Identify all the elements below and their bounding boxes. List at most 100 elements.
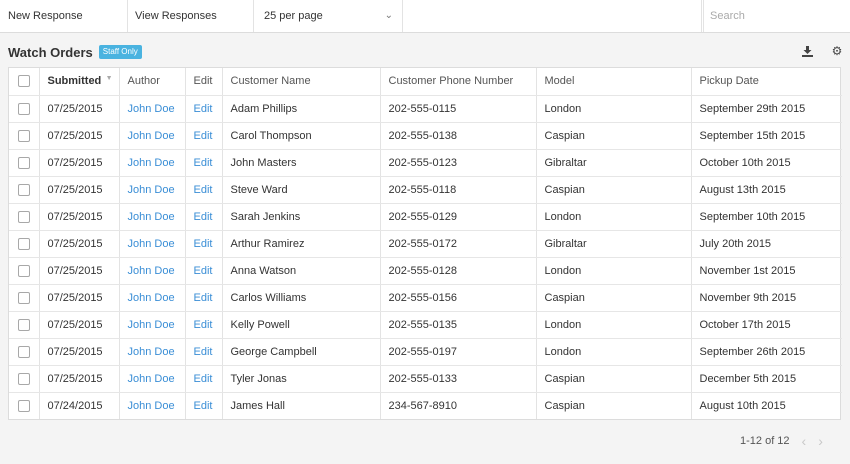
title-row: Watch Orders Staff Only bbox=[8, 44, 142, 60]
cell-pickup-date: August 13th 2015 bbox=[691, 176, 842, 204]
cell-author-link[interactable]: John Doe bbox=[119, 95, 186, 123]
column-header-pickup-date[interactable]: Pickup Date bbox=[691, 68, 842, 96]
cell-model: Gibraltar bbox=[536, 149, 692, 177]
row-checkbox[interactable] bbox=[17, 129, 30, 142]
edit-link[interactable]: Edit bbox=[185, 176, 223, 204]
row-checkbox[interactable] bbox=[17, 318, 30, 331]
cell-customer-phone: 202-555-0138 bbox=[380, 122, 537, 150]
edit-link[interactable]: Edit bbox=[185, 95, 223, 123]
cell-customer-name: John Masters bbox=[222, 149, 381, 177]
cell-author-link[interactable]: John Doe bbox=[119, 311, 186, 339]
cell-customer-name: Sarah Jenkins bbox=[222, 203, 381, 231]
cell-author-link[interactable]: John Doe bbox=[119, 257, 186, 285]
edit-link[interactable]: Edit bbox=[185, 392, 223, 419]
row-checkbox[interactable] bbox=[17, 399, 30, 412]
cell-submitted: 07/25/2015 bbox=[39, 122, 120, 150]
row-select-cell bbox=[9, 203, 40, 231]
row-checkbox[interactable] bbox=[17, 372, 30, 385]
edit-link[interactable]: Edit bbox=[185, 122, 223, 150]
gear-icon[interactable]: ⚙ bbox=[831, 44, 843, 58]
table-row: 07/25/2015 John Doe Edit Carlos Williams 202… bbox=[9, 284, 842, 312]
table-row: 07/25/2015 John Doe Edit Anna Watson 202-555… bbox=[9, 257, 842, 285]
edit-link[interactable]: Edit bbox=[185, 257, 223, 285]
edit-link[interactable]: Edit bbox=[185, 311, 223, 339]
column-header-submitted[interactable]: Submitted ▼ bbox=[39, 68, 120, 96]
column-header-customer-phone[interactable]: Customer Phone Number bbox=[380, 68, 537, 96]
column-header-author[interactable]: Author bbox=[119, 68, 186, 96]
cell-author-link[interactable]: John Doe bbox=[119, 338, 186, 366]
cell-customer-phone: 202-555-0118 bbox=[380, 176, 537, 204]
cell-customer-name: Tyler Jonas bbox=[222, 365, 381, 393]
cell-author-link[interactable]: John Doe bbox=[119, 284, 186, 312]
row-select-cell bbox=[9, 257, 40, 285]
row-select-cell bbox=[9, 230, 40, 258]
edit-link[interactable]: Edit bbox=[185, 338, 223, 366]
column-label: Customer Phone Number bbox=[388, 75, 514, 88]
cell-customer-name: Carlos Williams bbox=[222, 284, 381, 312]
edit-link[interactable]: Edit bbox=[185, 203, 223, 231]
table-row: 07/25/2015 John Doe Edit Steve Ward 202-555-… bbox=[9, 176, 842, 204]
edit-link[interactable]: Edit bbox=[185, 230, 223, 258]
edit-link[interactable]: Edit bbox=[185, 284, 223, 312]
cell-author-link[interactable]: John Doe bbox=[119, 203, 186, 231]
pagination: 1-12 of 12 ‹ › bbox=[740, 433, 823, 449]
edit-link[interactable]: Edit bbox=[185, 365, 223, 393]
column-header-customer-name[interactable]: Customer Name bbox=[222, 68, 381, 96]
cell-pickup-date: September 15th 2015 bbox=[691, 122, 842, 150]
table-row: 07/24/2015 John Doe Edit James Hall 234-567-… bbox=[9, 392, 842, 419]
chevron-left-icon[interactable]: ‹ bbox=[802, 433, 807, 449]
table-row: 07/25/2015 John Doe Edit Kelly Powell 202-55… bbox=[9, 311, 842, 339]
row-select-cell bbox=[9, 392, 40, 419]
cell-customer-phone: 202-555-0115 bbox=[380, 95, 537, 123]
column-header-edit[interactable]: Edit bbox=[185, 68, 223, 96]
column-label: Submitted bbox=[47, 75, 102, 88]
column-label: Author bbox=[127, 75, 160, 88]
row-checkbox[interactable] bbox=[17, 345, 30, 358]
cell-model: London bbox=[536, 203, 692, 231]
search-box[interactable] bbox=[703, 0, 850, 32]
select-all-checkbox[interactable] bbox=[17, 75, 30, 88]
row-checkbox[interactable] bbox=[17, 210, 30, 223]
cell-customer-phone: 202-555-0133 bbox=[380, 365, 537, 393]
cell-model: London bbox=[536, 338, 692, 366]
cell-author-link[interactable]: John Doe bbox=[119, 149, 186, 177]
cell-customer-name: Anna Watson bbox=[222, 257, 381, 285]
new-response-button[interactable]: New Response bbox=[0, 0, 128, 32]
row-checkbox[interactable] bbox=[17, 264, 30, 277]
cell-pickup-date: October 17th 2015 bbox=[691, 311, 842, 339]
per-page-select[interactable]: 25 per page ⌄ bbox=[254, 0, 403, 32]
row-checkbox[interactable] bbox=[17, 183, 30, 196]
cell-customer-phone: 202-555-0156 bbox=[380, 284, 537, 312]
row-checkbox[interactable] bbox=[17, 237, 30, 250]
row-select-cell bbox=[9, 365, 40, 393]
row-checkbox[interactable] bbox=[17, 291, 30, 304]
download-icon[interactable] bbox=[801, 45, 813, 57]
table-row: 07/25/2015 John Doe Edit Tyler Jonas 202-555… bbox=[9, 365, 842, 393]
cell-pickup-date: October 10th 2015 bbox=[691, 149, 842, 177]
cell-author-link[interactable]: John Doe bbox=[119, 122, 186, 150]
cell-customer-name: George Campbell bbox=[222, 338, 381, 366]
cell-author-link[interactable]: John Doe bbox=[119, 365, 186, 393]
cell-customer-phone: 202-555-0123 bbox=[380, 149, 537, 177]
cell-model: Caspian bbox=[536, 284, 692, 312]
chevron-right-icon[interactable]: › bbox=[818, 433, 823, 449]
search-input[interactable] bbox=[710, 1, 840, 31]
row-checkbox[interactable] bbox=[17, 156, 30, 169]
view-responses-button[interactable]: View Responses bbox=[128, 0, 254, 32]
cell-author-link[interactable]: John Doe bbox=[119, 392, 186, 419]
toolbar-spacer bbox=[403, 0, 702, 32]
cell-customer-name: James Hall bbox=[222, 392, 381, 419]
toolbar: New Response View Responses 25 per page … bbox=[0, 0, 850, 33]
row-checkbox[interactable] bbox=[17, 102, 30, 115]
cell-customer-name: Arthur Ramirez bbox=[222, 230, 381, 258]
chevron-down-icon: ⌄ bbox=[384, 10, 393, 21]
row-select-cell bbox=[9, 338, 40, 366]
column-label: Model bbox=[544, 75, 575, 88]
cell-author-link[interactable]: John Doe bbox=[119, 176, 186, 204]
cell-author-link[interactable]: John Doe bbox=[119, 230, 186, 258]
cell-model: London bbox=[536, 257, 692, 285]
edit-link[interactable]: Edit bbox=[185, 149, 223, 177]
cell-customer-name: Carol Thompson bbox=[222, 122, 381, 150]
column-header-model[interactable]: Model bbox=[536, 68, 692, 96]
cell-model: London bbox=[536, 311, 692, 339]
